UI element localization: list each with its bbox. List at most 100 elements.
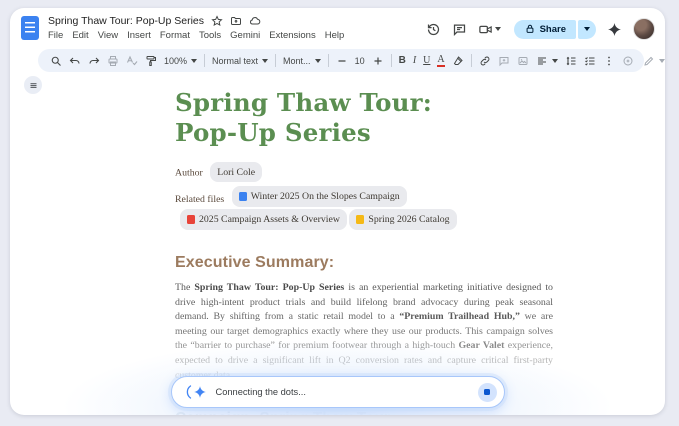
decrease-font-size-icon[interactable]: [336, 55, 348, 67]
gemini-spinner: [185, 384, 207, 400]
menu-format[interactable]: Format: [160, 30, 190, 41]
menu-help[interactable]: Help: [325, 30, 345, 41]
paragraph-style-select[interactable]: Normal text: [212, 56, 268, 66]
redo-icon[interactable]: [88, 55, 100, 67]
gemini-icon[interactable]: [607, 22, 622, 37]
related-files-label: Related files: [175, 194, 224, 205]
toolbar-divider: [391, 54, 392, 67]
menu-edit[interactable]: Edit: [72, 30, 88, 41]
menu-file[interactable]: File: [48, 30, 63, 41]
align-select[interactable]: [536, 55, 558, 67]
related-file-name: Winter 2025 On the Slopes Campaign: [251, 188, 400, 206]
related-file-chip[interactable]: Spring 2026 Catalog: [349, 209, 456, 230]
executive-summary-heading: Executive Summary:: [175, 254, 553, 272]
share-dropdown-button[interactable]: [578, 20, 596, 39]
insert-image-icon[interactable]: [517, 55, 529, 67]
video-call-icon: [478, 22, 493, 37]
stop-icon: [484, 389, 491, 396]
gemini-status-bar: Connecting the dots...: [171, 376, 505, 408]
related-files-line: Related files Winter 2025 On the Slopes …: [175, 186, 553, 232]
line-spacing-icon[interactable]: [565, 55, 577, 67]
insert-link-icon[interactable]: [479, 55, 491, 67]
menu-extensions[interactable]: Extensions: [269, 30, 315, 41]
toolbar-divider: [328, 54, 329, 67]
document-tabs-button[interactable]: [24, 76, 42, 94]
move-to-folder-icon[interactable]: [230, 15, 242, 27]
spellcheck-icon[interactable]: [126, 55, 138, 67]
app-bar-actions: Share: [426, 15, 655, 40]
search-menus-icon[interactable]: [50, 55, 62, 67]
exec-bold: “Premium Trailhead Hub,”: [399, 311, 520, 322]
menu-view[interactable]: View: [98, 30, 118, 41]
more-options-icon[interactable]: [603, 55, 615, 67]
title-block: Spring Thaw Tour: Pop-Up Series File Edi…: [48, 15, 344, 41]
version-history-icon[interactable]: [426, 22, 441, 37]
google-docs-logo-icon[interactable]: [21, 16, 39, 40]
related-file-chip[interactable]: Winter 2025 On the Slopes Campaign: [232, 186, 407, 207]
toolbar-divider: [471, 54, 472, 67]
increase-font-size-icon[interactable]: [372, 55, 384, 67]
comments-icon[interactable]: [452, 22, 467, 37]
highlight-color-icon[interactable]: [452, 55, 464, 67]
campaign-heading-faded: Campaign: Spring Thaw Tour: [175, 410, 553, 415]
font-family-value: Mont...: [283, 56, 311, 66]
paint-format-icon[interactable]: [145, 55, 157, 67]
executive-summary-paragraph: The Spring Thaw Tour: Pop-Up Series is a…: [175, 281, 553, 383]
cloud-saved-icon[interactable]: [249, 15, 261, 27]
toolbar-divider: [204, 54, 205, 67]
zoom-select[interactable]: 100%: [164, 56, 197, 66]
share-button[interactable]: Share: [514, 20, 576, 39]
account-avatar[interactable]: [633, 18, 655, 40]
pencil-icon: [643, 55, 655, 67]
related-file-chip[interactable]: 2025 Campaign Assets & Overview: [180, 209, 347, 230]
menu-gemini[interactable]: Gemini: [230, 30, 260, 41]
refine-icon[interactable]: [622, 55, 634, 67]
undo-icon[interactable]: [69, 55, 81, 67]
print-icon[interactable]: [107, 55, 119, 67]
italic-button[interactable]: I: [413, 55, 416, 66]
doc-title-line1: Spring Thaw Tour:: [175, 88, 432, 117]
video-call-caret-icon: [495, 27, 501, 31]
format-toolbar: 100% Normal text Mont... 10 B I U A: [38, 49, 644, 72]
text-color-button[interactable]: A: [437, 55, 444, 67]
toolbar-divider: [275, 54, 276, 67]
stop-generating-button[interactable]: [478, 383, 497, 402]
author-chip-label: Lori Cole: [217, 164, 255, 181]
gemini-loading-arc-icon: [185, 384, 192, 400]
underline-button[interactable]: U: [423, 55, 430, 66]
exec-bold: Gear Valet: [458, 340, 504, 351]
exec-text: The: [175, 282, 194, 293]
align-left-icon: [536, 55, 548, 67]
document-canvas[interactable]: Spring Thaw Tour: Pop-Up Series Author L…: [175, 88, 553, 415]
menu-insert[interactable]: Insert: [127, 30, 151, 41]
doc-title-line2: Pop-Up Series: [175, 118, 371, 147]
menu-bar: File Edit View Insert Format Tools Gemin…: [48, 30, 344, 41]
doc-heading-title: Spring Thaw Tour: Pop-Up Series: [175, 88, 553, 148]
related-file-name: 2025 Campaign Assets & Overview: [199, 211, 340, 229]
app-bar: Spring Thaw Tour: Pop-Up Series File Edi…: [10, 8, 665, 44]
bold-button[interactable]: B: [399, 55, 406, 66]
star-icon[interactable]: [211, 15, 223, 27]
yellow-file-icon: [356, 215, 364, 224]
menu-tools[interactable]: Tools: [199, 30, 221, 41]
author-label: Author: [175, 168, 203, 179]
join-call-button[interactable]: [478, 22, 501, 37]
add-comment-icon[interactable]: [498, 55, 510, 67]
gemini-status-text: Connecting the dots...: [216, 387, 306, 397]
outline-list-icon: [29, 81, 38, 90]
zoom-value: 100%: [164, 56, 187, 66]
red-file-icon: [187, 215, 195, 224]
related-file-name: Spring 2026 Catalog: [368, 211, 449, 229]
lock-icon: [525, 24, 535, 34]
editing-mode-select[interactable]: [643, 55, 665, 67]
font-size-value[interactable]: 10: [355, 56, 365, 66]
exec-bold: Spring Thaw Tour: Pop-Up Series: [194, 282, 344, 293]
docs-window: Spring Thaw Tour: Pop-Up Series File Edi…: [10, 8, 665, 415]
gemini-spark-icon: [193, 385, 207, 399]
checklist-icon[interactable]: [584, 55, 596, 67]
font-family-select[interactable]: Mont...: [283, 56, 321, 66]
docs-file-icon: [239, 192, 247, 201]
document-title[interactable]: Spring Thaw Tour: Pop-Up Series: [48, 15, 204, 27]
author-chip[interactable]: Lori Cole: [210, 162, 262, 182]
author-line: Author Lori Cole: [175, 162, 553, 182]
